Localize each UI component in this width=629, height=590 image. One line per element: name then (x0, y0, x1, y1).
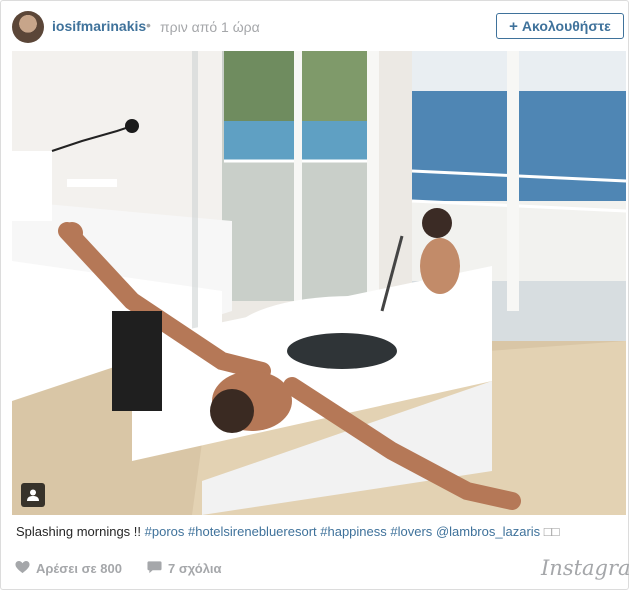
heart-icon (15, 560, 30, 577)
comment-bubble-icon (147, 560, 162, 577)
post-timestamp[interactable]: πριν από 1 ώρα (160, 19, 260, 35)
user-tag-icon[interactable] (21, 483, 45, 507)
comments-button[interactable]: 7 σχόλια (147, 560, 222, 577)
user-avatar[interactable] (12, 11, 44, 43)
follow-button[interactable]: + Ακολουθήστε (496, 13, 624, 39)
post-photo[interactable] (12, 51, 626, 515)
post-footer: Αρέσει σε 800 7 σχόλια Instagram (1, 554, 629, 589)
comments-count: 7 σχόλια (168, 561, 222, 576)
hashtag-link[interactable]: #lovers (390, 524, 432, 539)
likes-count: Αρέσει σε 800 (36, 561, 122, 576)
username-link[interactable]: iosifmarinakis (52, 18, 146, 34)
plus-icon: + (509, 17, 518, 35)
follow-label: Ακολουθήστε (521, 18, 611, 34)
caption-trailing-glyphs: □□ (543, 524, 560, 539)
instagram-logo[interactable]: Instagram (541, 556, 629, 580)
hashtag-link[interactable]: #poros (145, 524, 185, 539)
caption-text: Splashing mornings !! (16, 524, 145, 539)
header-separator: • (146, 17, 151, 33)
instagram-post-card: iosifmarinakis • πριν από 1 ώρα + Ακολου… (0, 0, 629, 590)
hashtag-link[interactable]: #hotelsireneblueresort (188, 524, 317, 539)
post-caption: Splashing mornings !! #poros #hotelsiren… (16, 524, 616, 540)
like-button[interactable]: Αρέσει σε 800 (15, 560, 122, 577)
post-header: iosifmarinakis • πριν από 1 ώρα + Ακολου… (1, 1, 628, 51)
mention-link[interactable]: @lambros_lazaris (436, 524, 540, 539)
photo-illustration (12, 51, 626, 515)
hashtag-link[interactable]: #happiness (320, 524, 387, 539)
